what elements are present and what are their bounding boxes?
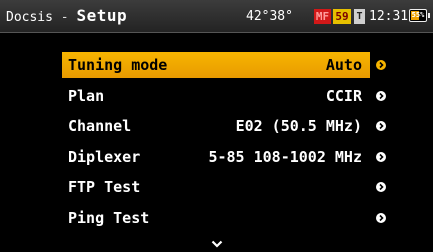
screen-title: Setup [76, 6, 128, 25]
menu-item-channel[interactable]: Channel E02 (50.5 MHz) [62, 113, 394, 139]
menu-item-tuning-mode[interactable]: Tuning mode Auto [62, 52, 394, 78]
battery-percent: 55% [411, 11, 425, 19]
menu-item-plan[interactable]: Plan CCIR [62, 83, 394, 109]
t-badge: T [354, 9, 365, 24]
chevron-right-circle-icon[interactable] [376, 182, 386, 192]
header-bar: Docsis - Setup 42°38° MF 59 T 12:31 55% [0, 0, 433, 33]
clock: 12:31 [369, 9, 409, 24]
app-name: Docsis [6, 10, 53, 25]
chevron-down-icon[interactable] [211, 233, 223, 248]
menu-item-diplexer[interactable]: Diplexer 5-85 108-1002 MHz [62, 144, 394, 170]
mf-badge: MF [314, 9, 331, 24]
menu-item-value: Auto [325, 56, 362, 74]
chevron-right-circle-icon[interactable] [376, 151, 386, 162]
menu-item-label: Tuning mode [68, 56, 168, 74]
title-separator: - [52, 10, 77, 25]
menu-item-label: Plan [68, 86, 105, 105]
menu-item-ftp-test[interactable]: FTP Test [62, 174, 394, 200]
chevron-right-circle-icon[interactable] [376, 90, 386, 101]
chevron-right-circle-icon[interactable] [376, 121, 386, 131]
menu-item-label: Channel [68, 117, 132, 135]
menu-item-label: FTP Test [68, 178, 141, 196]
menu-item-ping-test[interactable]: Ping Test [62, 205, 394, 231]
menu-item-value: CCIR [325, 86, 362, 105]
level-badge: 59 [333, 9, 351, 24]
coordinates-readout: 42°38° [246, 9, 293, 24]
chevron-right-circle-icon[interactable] [376, 60, 386, 70]
menu-item-label: Ping Test [68, 208, 150, 227]
menu-item-value: E02 (50.5 MHz) [235, 117, 362, 135]
chevron-right-circle-icon[interactable] [376, 212, 386, 223]
setup-menu: Tuning mode Auto Plan CCIR Channel E02 (… [62, 52, 394, 235]
page-title: Docsis - Setup [6, 7, 127, 27]
menu-item-label: Diplexer [68, 147, 141, 166]
battery-tip [428, 13, 430, 18]
menu-item-value: 5-85 108-1002 MHz [208, 147, 362, 166]
battery-icon: 55% [409, 9, 430, 22]
